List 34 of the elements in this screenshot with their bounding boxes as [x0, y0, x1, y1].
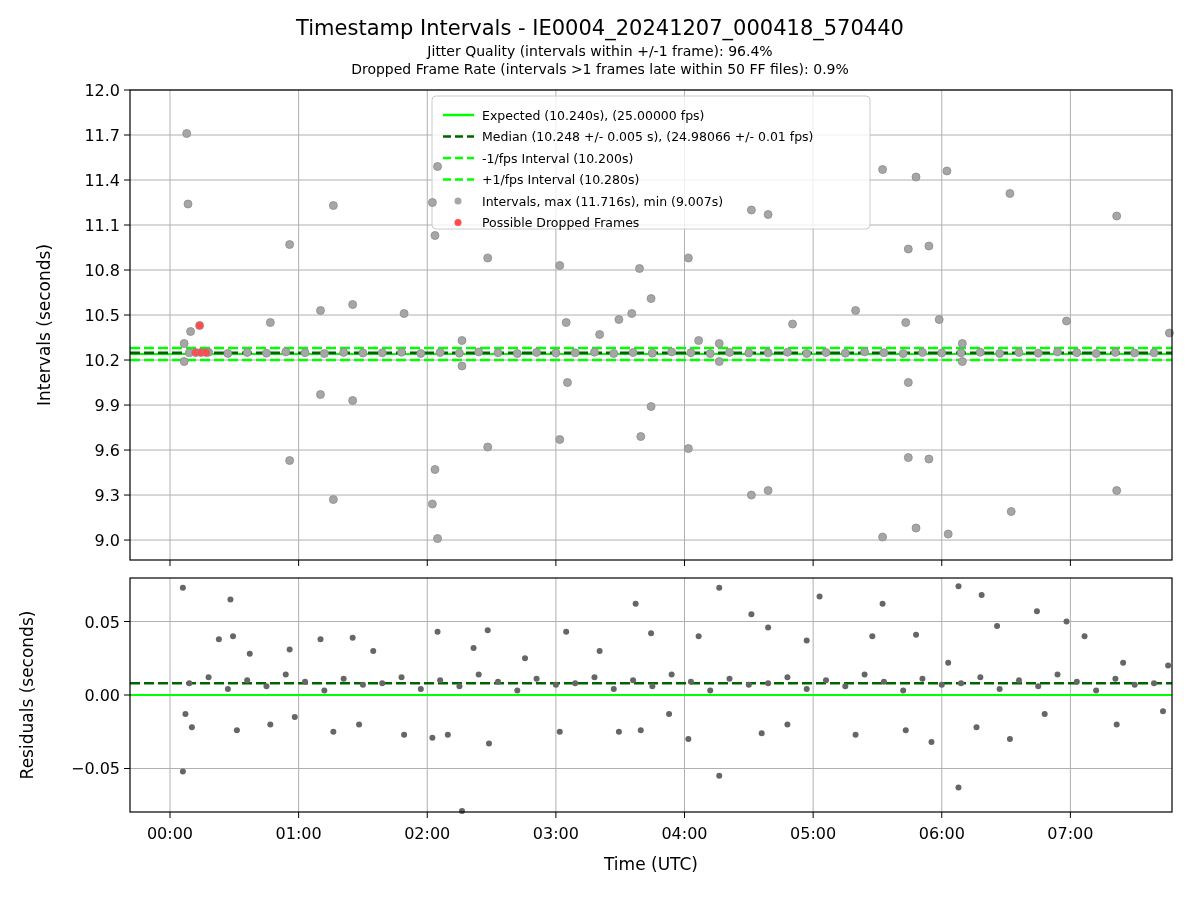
- tick-label: 03:00: [532, 824, 579, 843]
- chart-title: Timestamp Intervals - IE0004_20241207_000418_570440: [296, 15, 904, 42]
- tick-label: −0.05: [70, 759, 120, 779]
- legend-label: Possible Dropped Frames: [482, 215, 640, 230]
- tick-label: 01:00: [275, 824, 322, 843]
- tick-label: 0.05: [84, 612, 120, 632]
- tick-label: 10.2: [84, 351, 120, 371]
- legend-label: -1/fps Interval (10.200s): [482, 150, 634, 166]
- tick-label: 9.6: [94, 441, 120, 461]
- tick-label: 07:00: [1047, 824, 1094, 843]
- tick-label: 04:00: [661, 824, 708, 843]
- tick-label: 9.0: [94, 531, 120, 551]
- tick-label: 0.00: [84, 686, 120, 705]
- tick-label: 06:00: [918, 824, 965, 843]
- tick-label: 9.9: [94, 396, 120, 416]
- tick-label: 05:00: [790, 824, 837, 843]
- tick-label: 00:00: [146, 824, 194, 843]
- legend-label: Expected (10.240s), (25.00000 fps): [482, 107, 705, 123]
- legend-label: Median (10.248 +/- 0.005 s), (24.98066 +/- 0.01 fps): [482, 129, 814, 144]
- tick-label: 10.8: [84, 261, 120, 280]
- legend-label: +1/fps Interval (10.280s): [482, 172, 640, 187]
- tick-label: 11.4: [84, 171, 120, 190]
- tick-label: 9.3: [94, 486, 120, 506]
- tick-label: 11.1: [84, 216, 120, 235]
- axis-label: Time (UTC): [604, 854, 698, 874]
- tick-label: 11.7: [84, 126, 120, 145]
- axis-label: Intervals (seconds): [34, 243, 54, 407]
- chart-subtitle: Jitter Quality (intervals within +/-1 frame): 96.4%: [427, 42, 773, 60]
- tick-label: 02:00: [404, 824, 451, 843]
- tick-label: 12.0: [84, 81, 120, 100]
- chart-subtitle: Dropped Frame Rate (intervals >1 frames late within 50 FF files): 0.9%: [351, 60, 849, 78]
- legend-label: Intervals, max (11.716s), min (9.007s): [482, 193, 724, 209]
- tick-label: 10.5: [84, 306, 120, 325]
- axis-label: Residuals (seconds): [17, 610, 37, 780]
